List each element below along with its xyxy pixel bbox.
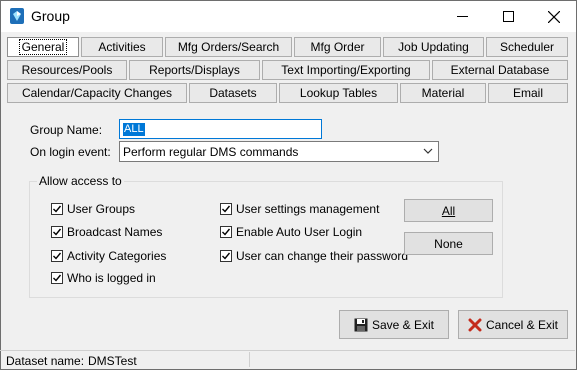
window-title: Group (31, 8, 70, 24)
close-button[interactable] (531, 1, 577, 32)
tab-label: Datasets (209, 86, 257, 100)
checkbox-box (51, 203, 63, 215)
checkbox-label: Activity Categories (67, 249, 167, 263)
tab-label: Text Importing/Exporting (281, 63, 411, 77)
checkbox-user-settings-management[interactable]: User settings management (220, 202, 379, 216)
tab-label: Scheduler (499, 40, 555, 54)
checkmark-icon (222, 228, 231, 236)
checkbox-broadcast-names[interactable]: Broadcast Names (51, 225, 162, 239)
checkmark-icon (222, 252, 231, 260)
checkbox-user-can-change-password[interactable]: User can change their password (220, 249, 408, 263)
checkbox-box (51, 226, 63, 238)
tab-label: Email (512, 86, 543, 100)
group-name-input[interactable]: ALL (119, 119, 322, 139)
login-event-value: Perform regular DMS commands (123, 145, 299, 159)
cancel-exit-label: Cancel & Exit (485, 317, 559, 332)
minimize-icon (456, 16, 468, 17)
tab-reports-displays[interactable]: Reports/Displays (129, 60, 260, 80)
tab-label: General (18, 39, 68, 55)
title-bar: Group (1, 1, 576, 32)
floppy-disk-icon (354, 318, 368, 331)
checkmark-icon (53, 228, 62, 236)
checkbox-label: Broadcast Names (67, 225, 163, 239)
login-event-select[interactable]: Perform regular DMS commands (119, 141, 439, 162)
checkbox-box (220, 203, 232, 215)
tab-label: Mfg Orders/Search (177, 40, 280, 54)
select-all-button[interactable]: All (404, 199, 493, 222)
tab-label: External Database (450, 63, 550, 77)
maximize-button[interactable] (485, 1, 531, 32)
tab-label: Lookup Tables (299, 86, 378, 100)
checkbox-box (51, 250, 63, 262)
tab-label: Calendar/Capacity Changes (21, 86, 173, 100)
checkmark-icon (53, 274, 62, 282)
cancel-exit-button[interactable]: Cancel & Exit (458, 310, 568, 339)
tab-external-database[interactable]: External Database (432, 60, 568, 80)
checkbox-label: User can change their password (236, 249, 409, 263)
checkbox-enable-auto-user-login[interactable]: Enable Auto User Login (220, 225, 362, 239)
checkbox-user-groups[interactable]: User Groups (51, 202, 135, 216)
tab-mfg-orders-search[interactable]: Mfg Orders/Search (165, 37, 292, 57)
checkbox-label: Who is logged in (67, 271, 156, 285)
checkmark-icon (53, 252, 62, 260)
dataset-name-value: DMSTest (88, 354, 137, 368)
tab-mfg-order[interactable]: Mfg Order (294, 37, 381, 57)
app-shield-icon (10, 8, 24, 24)
checkbox-who-is-logged-in[interactable]: Who is logged in (51, 271, 156, 285)
tab-calendar-capacity-changes[interactable]: Calendar/Capacity Changes (7, 83, 187, 103)
select-none-button[interactable]: None (404, 232, 493, 255)
chevron-down-icon (423, 148, 433, 154)
save-exit-label: Save & Exit (371, 317, 435, 332)
tab-text-importing-exporting[interactable]: Text Importing/Exporting (262, 60, 430, 80)
tab-label: Mfg Order (310, 40, 365, 54)
checkmark-icon (222, 205, 231, 213)
tab-datasets[interactable]: Datasets (189, 83, 277, 103)
checkmark-icon (53, 205, 62, 213)
tab-material[interactable]: Material (400, 83, 486, 103)
close-icon (548, 10, 560, 23)
dataset-name-label: Dataset name: (6, 354, 85, 368)
cancel-x-icon (468, 318, 482, 331)
tab-label: Reports/Displays (149, 63, 240, 77)
save-exit-button[interactable]: Save & Exit (339, 310, 449, 339)
tab-label: Activities (98, 40, 146, 54)
select-all-label: All (441, 203, 456, 218)
status-bar: Dataset name: DMSTest (0, 350, 575, 369)
tab-label: Material (421, 86, 465, 100)
tab-scheduler[interactable]: Scheduler (486, 37, 568, 57)
checkbox-box (220, 226, 232, 238)
checkbox-activity-categories[interactable]: Activity Categories (51, 249, 166, 263)
checkbox-box (220, 250, 232, 262)
login-event-label: On login event: (30, 145, 111, 159)
access-groupbox-title: Allow access to (37, 174, 124, 188)
minimize-button[interactable] (439, 1, 485, 32)
checkbox-label: User settings management (236, 202, 380, 216)
select-none-label: None (434, 236, 463, 251)
tab-lookup-tables[interactable]: Lookup Tables (279, 83, 398, 103)
tab-email[interactable]: Email (488, 83, 568, 103)
checkbox-box (51, 272, 63, 284)
checkbox-label: User Groups (67, 202, 136, 216)
tab-general[interactable]: General (7, 37, 79, 57)
group-name-label: Group Name: (30, 123, 103, 137)
tab-label: Job Updating (398, 40, 469, 54)
tab-job-updating[interactable]: Job Updating (383, 37, 484, 57)
maximize-icon (502, 11, 514, 22)
group-name-value: ALL (123, 123, 145, 136)
checkbox-label: Enable Auto User Login (236, 225, 363, 239)
tab-activities[interactable]: Activities (81, 37, 163, 57)
tab-label: Resources/Pools (21, 63, 113, 77)
tab-resources-pools[interactable]: Resources/Pools (7, 60, 127, 80)
status-separator (249, 352, 250, 367)
